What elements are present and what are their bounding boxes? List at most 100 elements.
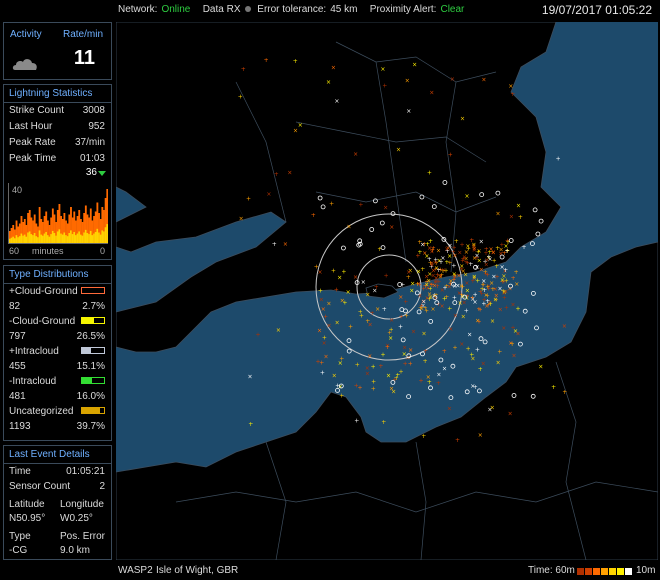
type-color-swatch [81, 287, 105, 294]
strike-ring-marker [428, 385, 433, 391]
strike-marker: × [340, 297, 345, 304]
strike-marker: × [436, 371, 441, 378]
strike-ring-marker [476, 388, 482, 394]
strike-marker: + [419, 378, 424, 385]
type-swatch-fill [82, 378, 92, 383]
current-rate-value: 36 [85, 167, 97, 178]
strike-marker: + [420, 266, 425, 273]
type-row: +Cloud-Ground [4, 284, 111, 299]
histogram-bar-yellow [30, 234, 33, 243]
strike-marker: + [272, 241, 277, 248]
strike-marker: + [359, 313, 364, 320]
time-scale-swatch [585, 568, 592, 575]
strike-ring-marker [450, 363, 456, 369]
strike-marker: + [274, 171, 279, 178]
histogram-axis: 60 minutes 0 [4, 246, 111, 258]
type-stats-row: 82 2.7% [4, 299, 111, 314]
strike-marker: + [455, 437, 460, 444]
strike-marker: × [450, 76, 455, 83]
strike-marker: × [501, 273, 506, 280]
strike-marker: × [420, 242, 425, 249]
histogram-bar-yellow [98, 232, 100, 243]
type-name: +Cloud-Ground [9, 286, 78, 297]
strike-marker: + [264, 57, 269, 64]
time-legend-prefix: Time: [528, 565, 553, 576]
strike-marker: × [461, 313, 466, 320]
histogram-bar-yellow [37, 237, 39, 243]
strike-marker: × [489, 246, 494, 253]
strike-marker: × [380, 66, 385, 73]
strike-marker: + [314, 264, 319, 271]
strike-marker: + [551, 384, 556, 391]
strike-marker: + [404, 312, 409, 319]
time-scale-swatch [609, 568, 616, 575]
histogram-bar-yellow [45, 231, 48, 243]
histogram-bar-yellow [27, 232, 29, 243]
strike-marker: + [316, 359, 321, 366]
strike-marker: + [403, 298, 408, 305]
histogram-bar-yellow [78, 231, 81, 243]
histogram-bar-yellow [61, 234, 64, 243]
histogram-bar-yellow [73, 231, 76, 243]
histogram-bar-yellow [53, 233, 56, 243]
strike-marker: + [384, 273, 389, 280]
type-row: Uncategorized [4, 404, 111, 419]
strike-marker: × [334, 98, 339, 105]
map-canvas[interactable]: ×××××+×+×××+× ×++×+×××+×××××+++×++++++×××… [116, 22, 658, 560]
strike-marker: × [298, 122, 303, 129]
strike-marker: × [388, 335, 393, 342]
strike-ring-marker [400, 337, 406, 343]
strike-marker: × [431, 306, 436, 313]
strike-marker: × [248, 374, 253, 381]
strike-marker: × [452, 271, 457, 278]
strike-marker: × [436, 248, 441, 255]
strike-marker: + [494, 263, 499, 270]
strike-marker: × [455, 282, 460, 289]
strike-marker: × [365, 292, 370, 299]
strike-marker: + [385, 344, 390, 351]
strike-marker: + [504, 304, 509, 311]
histogram-bar-yellow [33, 233, 36, 243]
type-distributions-panel: Type Distributions +Cloud-Ground 82 2.7% -C… [3, 265, 112, 441]
histogram-bar-yellow [96, 228, 99, 243]
histogram-bar-yellow [13, 238, 16, 243]
strike-ring-marker [482, 339, 488, 345]
stats-list: Strike Count 3008 Last Hour 952 Peak Rate 37/… [4, 103, 111, 167]
strike-marker: + [452, 245, 457, 252]
strike-marker: + [475, 346, 480, 353]
strike-marker: + [400, 281, 405, 288]
strike-marker: × [444, 246, 449, 253]
strike-marker: + [447, 305, 452, 312]
type-count: 82 [9, 301, 21, 312]
histogram-bar-yellow [15, 235, 18, 243]
stat-label: Last Hour [9, 121, 53, 132]
histogram-bar-yellow [99, 234, 102, 243]
strike-ring-marker [428, 318, 434, 324]
strike-marker: × [501, 325, 506, 332]
strike-marker: × [493, 296, 498, 303]
histogram-bar-yellow [104, 227, 107, 243]
histogram-bar-yellow [65, 235, 67, 243]
strike-marker: + [238, 93, 243, 100]
strike-marker: + [358, 201, 363, 208]
type-name: Uncategorized [9, 406, 74, 417]
histogram-bar-yellow [17, 237, 20, 243]
lightning-map[interactable]: × × × × × + × + × × × + × × + + × + × × × + × × × × × + + + × + + + + + + × × ×… [116, 22, 658, 560]
strike-marker: × [463, 271, 468, 278]
error-tolerance-label: Error tolerance: [257, 4, 327, 15]
strike-marker: + [483, 270, 488, 277]
strike-marker: × [453, 312, 458, 319]
strike-marker: + [442, 348, 447, 355]
strike-marker: × [365, 371, 370, 378]
strike-marker: + [453, 344, 458, 351]
histogram-bar-yellow [70, 230, 72, 243]
strike-marker: × [389, 224, 394, 231]
histogram-bar-yellow [103, 231, 105, 243]
histogram-bar-yellow [35, 236, 38, 243]
last-event-panel: Last Event Details Time 01:05:21 Sensor … [3, 445, 112, 560]
footer-bar: WASP2 Isle of Wight, GBR Time: 60m 10m [0, 563, 660, 580]
strike-marker: + [505, 248, 510, 255]
strike-marker: × [337, 275, 342, 282]
type-value: -CG [9, 545, 28, 556]
strike-marker: × [321, 306, 326, 313]
